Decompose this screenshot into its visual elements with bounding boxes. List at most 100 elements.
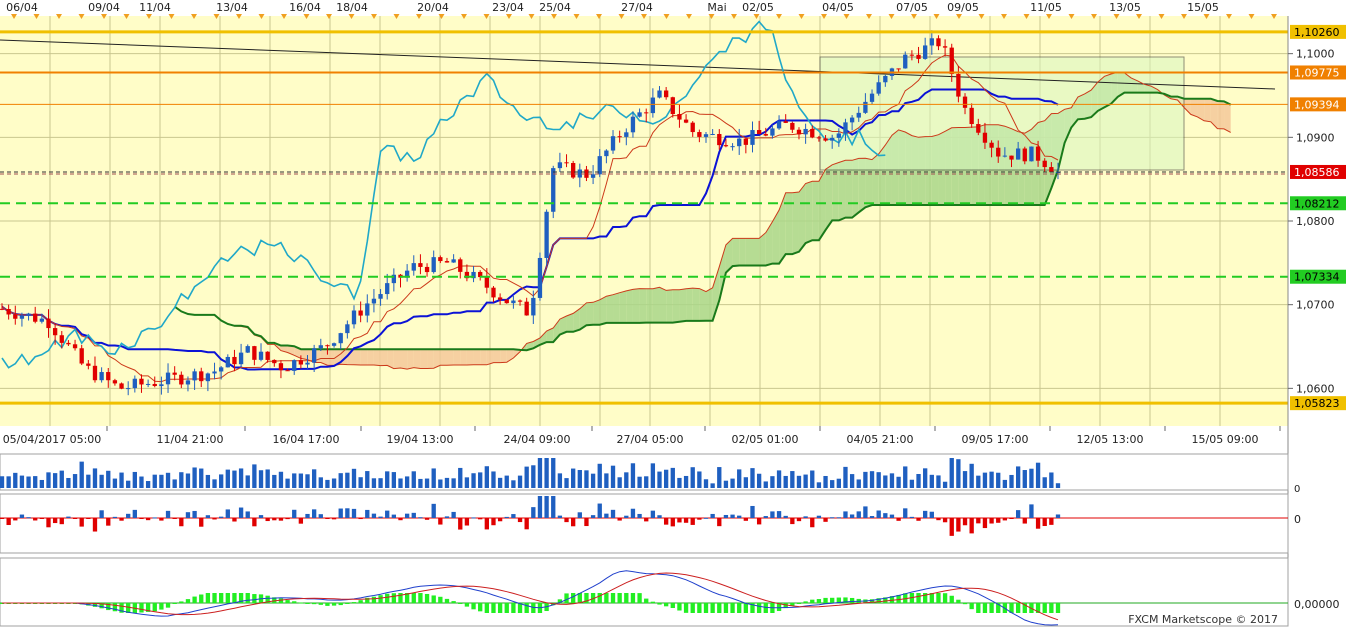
macd-histogram-bar xyxy=(185,599,191,603)
candle-body xyxy=(883,75,888,83)
candle-body xyxy=(205,373,211,382)
candle-body xyxy=(690,122,695,133)
volume-bar xyxy=(378,478,383,488)
macd-histogram-bar xyxy=(491,603,496,613)
ichimoku-cloud-segment xyxy=(393,349,401,369)
macd-histogram-bar xyxy=(982,603,988,613)
oscillator-bar xyxy=(478,518,483,520)
volume-bar xyxy=(52,473,58,488)
macd-histogram-bar xyxy=(172,603,177,604)
oscillator-bar xyxy=(909,516,915,518)
candle[interactable] xyxy=(504,299,509,304)
oscillator-bar xyxy=(39,518,45,519)
oscillator-bar xyxy=(650,510,656,518)
ichimoku-cloud-segment xyxy=(593,299,600,325)
oscillator-bar xyxy=(252,518,257,527)
oscillator-bar xyxy=(697,518,702,520)
ichimoku-cloud-segment xyxy=(659,287,667,323)
macd-histogram-bar xyxy=(956,599,961,603)
ichimoku-cloud-segment xyxy=(1217,101,1225,129)
oscillator-bar xyxy=(66,516,71,518)
volume-bar xyxy=(730,478,735,488)
oscillator-bar xyxy=(903,508,908,518)
macd-histogram-bar xyxy=(644,598,649,603)
candle-body xyxy=(956,73,961,97)
candle-body xyxy=(292,360,297,371)
macd-histogram-bar xyxy=(318,603,323,605)
oscillator-bar xyxy=(112,516,118,518)
candle[interactable] xyxy=(571,160,576,179)
volume-bar xyxy=(630,463,636,488)
oscillator-bar xyxy=(418,517,423,519)
macd-histogram-bar xyxy=(830,597,835,603)
candle-body xyxy=(677,114,682,120)
candle-body xyxy=(843,122,848,134)
volume-bar xyxy=(13,472,18,488)
oscillator-bar xyxy=(517,518,523,523)
candle-body xyxy=(770,128,775,136)
oscillator-bar xyxy=(298,518,304,524)
volume-bar xyxy=(132,471,137,488)
macd-histogram-bar xyxy=(451,601,456,603)
oscillator-bar xyxy=(285,518,290,520)
candle[interactable] xyxy=(119,382,124,390)
top-date-label: 13/05 xyxy=(1109,1,1141,14)
volume-bar xyxy=(6,476,11,488)
oscillator-bar xyxy=(571,518,576,527)
candle-body xyxy=(378,294,383,299)
macd-histogram-bar xyxy=(345,603,350,604)
volume-bar xyxy=(66,477,71,488)
oscillator-bar xyxy=(1009,518,1014,519)
volume-bar xyxy=(119,472,124,488)
volume-bar xyxy=(830,480,835,488)
macd-histogram-bar xyxy=(139,603,144,613)
macd-histogram-bar xyxy=(391,593,397,603)
volume-bar xyxy=(783,475,788,488)
oscillator-bar xyxy=(311,509,317,518)
ichimoku-cloud-segment xyxy=(354,349,361,365)
oscillator-bar xyxy=(225,509,230,518)
oscillator-bar xyxy=(756,518,762,525)
macd-histogram-bar xyxy=(969,603,974,610)
macd-histogram-bar xyxy=(630,593,636,603)
candle[interactable] xyxy=(537,252,543,301)
macd-histogram-bar xyxy=(205,593,211,603)
candle-body xyxy=(697,132,702,137)
candle[interactable] xyxy=(1029,146,1034,162)
oscillator-bar xyxy=(763,516,768,518)
oscillator-bar xyxy=(26,517,31,519)
volume-bar xyxy=(803,474,808,488)
ichimoku-cloud-segment xyxy=(666,289,673,323)
volume-bar xyxy=(577,470,582,488)
volume-bar xyxy=(212,479,217,488)
macd-histogram-bar xyxy=(444,598,450,603)
oscillator-bar xyxy=(1055,514,1061,518)
volume-bar xyxy=(1029,468,1034,488)
candle-body xyxy=(849,117,855,123)
candle-body xyxy=(810,128,815,138)
ichimoku-cloud-segment xyxy=(413,349,421,369)
candle-body xyxy=(385,283,390,295)
top-date-label: 15/05 xyxy=(1187,1,1219,14)
candle-body xyxy=(1035,146,1041,161)
ichimoku-cloud-segment xyxy=(1224,101,1231,133)
price-chart[interactable]: 06/04 09/04 11/04 13/04 16/04 18/04 20/04 23/04… xyxy=(0,0,1349,628)
top-date-label: 02/05 xyxy=(742,1,774,14)
ichimoku-cloud-segment xyxy=(686,288,693,321)
volume-bar xyxy=(165,472,171,488)
candle-body xyxy=(6,309,11,315)
price-level-label: 1,09394 xyxy=(1294,98,1340,111)
oscillator-bar xyxy=(996,518,1001,523)
macd-histogram-bar xyxy=(663,603,669,607)
macd-histogram-bar xyxy=(949,595,954,603)
oscillator-bar xyxy=(199,518,204,527)
volume-bar xyxy=(398,478,403,488)
bottom-time-label: 05/04/2017 05:00 xyxy=(3,433,102,446)
candle[interactable] xyxy=(544,209,549,266)
candle-body xyxy=(916,54,921,59)
oscillator-bar xyxy=(1029,504,1034,518)
macd-histogram-bar xyxy=(849,597,855,603)
volume-bar xyxy=(418,478,423,488)
volume-axis-label: 0 xyxy=(1294,484,1300,495)
oscillator-bar xyxy=(1015,510,1021,518)
